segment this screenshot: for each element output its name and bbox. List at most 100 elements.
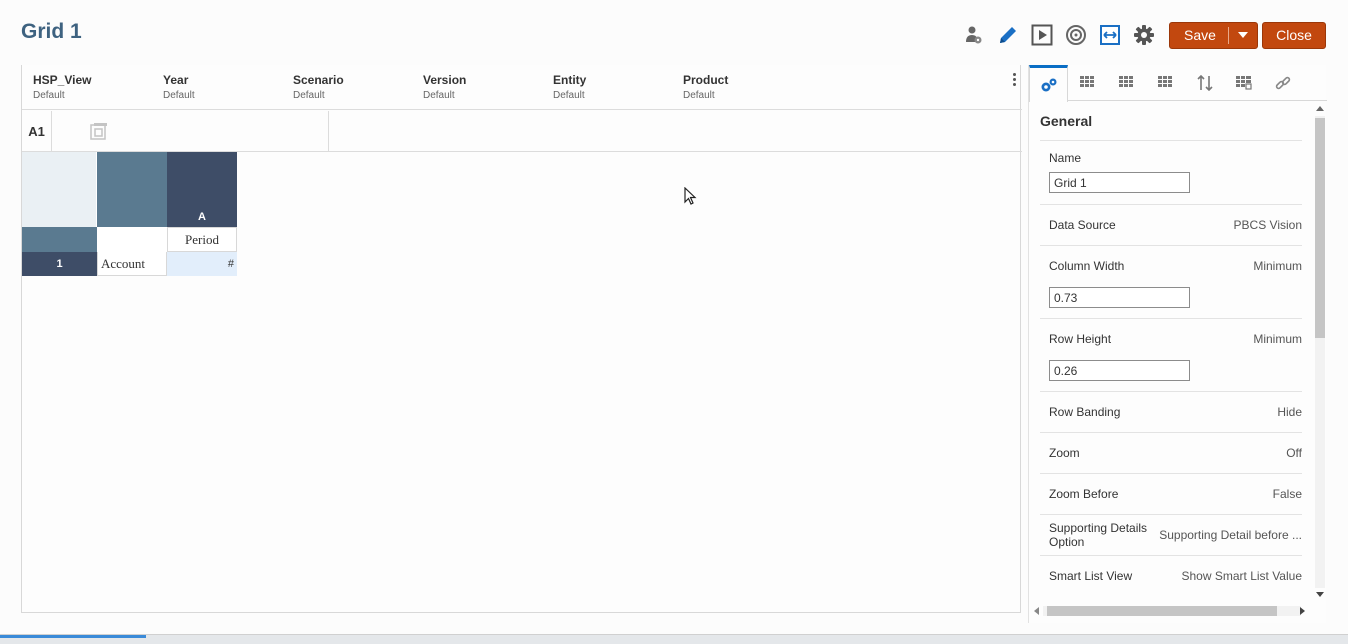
prop-label: Row Height <box>1049 332 1112 346</box>
horizontal-scroll-thumb[interactable] <box>1047 606 1277 616</box>
column-dimension-cell[interactable]: Period <box>167 227 237 252</box>
scroll-left-icon[interactable] <box>1034 607 1039 615</box>
vertical-scroll-thumb[interactable] <box>1315 118 1325 338</box>
sort-icon <box>1196 75 1213 91</box>
tab-column-properties[interactable] <box>1146 65 1185 101</box>
close-button[interactable]: Close <box>1262 21 1326 49</box>
prop-row-banding: Row Banding Hide <box>1040 391 1302 432</box>
edit-pencil-icon[interactable] <box>997 24 1019 46</box>
pov-item-year[interactable]: Year Default <box>152 65 282 109</box>
prop-value[interactable]: PBCS Vision <box>1234 218 1302 232</box>
tab-sort[interactable] <box>1185 65 1224 101</box>
panel-tabs <box>1029 65 1327 102</box>
progress-indicator <box>0 635 146 638</box>
scroll-right-icon[interactable] <box>1300 607 1305 615</box>
blank-header-cell <box>97 227 167 252</box>
mouse-cursor-icon <box>684 187 697 205</box>
tab-grid-layout[interactable] <box>1068 65 1107 101</box>
run-preview-icon[interactable] <box>1031 24 1053 46</box>
gears-icon <box>1041 78 1056 92</box>
pov-dimension-value: Default <box>33 90 65 101</box>
row-header-1[interactable]: 1 <box>22 252 97 276</box>
pov-dimension-name: Product <box>683 73 729 87</box>
pov-item-version[interactable]: Version Default <box>412 65 542 109</box>
column-dimension-header[interactable] <box>22 227 97 252</box>
more-options-icon[interactable] <box>1011 73 1017 87</box>
user-settings-icon[interactable] <box>963 24 985 46</box>
tab-row-properties[interactable] <box>1107 65 1146 101</box>
cell-formula-icon[interactable] <box>90 122 108 140</box>
column-width-field[interactable] <box>1049 287 1190 308</box>
app-window: Grid 1 Save Close HSP_View Default Year … <box>0 0 1348 644</box>
prop-value[interactable]: Minimum <box>1253 259 1302 273</box>
pov-dimension-value: Default <box>683 90 715 101</box>
row-height-field[interactable] <box>1049 360 1190 381</box>
account-label: Account <box>101 255 146 271</box>
section-title-general: General <box>1040 113 1093 129</box>
row-dimension-cell[interactable]: Account <box>97 252 167 276</box>
prop-column-width: Column Width Minimum <box>1040 245 1302 318</box>
tab-cell-properties[interactable] <box>1224 65 1263 101</box>
name-field[interactable] <box>1049 172 1190 193</box>
prop-data-source: Data Source PBCS Vision <box>1040 204 1302 245</box>
prop-value[interactable]: Off <box>1286 446 1302 460</box>
prop-zoom-before: Zoom Before False <box>1040 473 1302 514</box>
cell-reference: A1 <box>22 111 52 151</box>
column-header-label: A <box>198 211 206 223</box>
pov-item-entity[interactable]: Entity Default <box>542 65 672 109</box>
tab-general-properties[interactable] <box>1029 65 1068 102</box>
prop-value[interactable]: Hide <box>1277 405 1302 419</box>
prop-smart-list-view: Smart List View Show Smart List Value <box>1040 555 1302 596</box>
prop-label: Supporting Details Option <box>1049 521 1147 549</box>
pov-item-hsp-view[interactable]: HSP_View Default <box>22 65 152 109</box>
pov-bar: HSP_View Default Year Default Scenario D… <box>22 65 1022 110</box>
vertical-scrollbar[interactable] <box>1312 102 1327 602</box>
pov-dimension-name: HSP_View <box>33 73 92 87</box>
grid-icon <box>1079 76 1094 87</box>
pov-dimension-name: Scenario <box>293 73 344 87</box>
prop-value[interactable]: Supporting Detail before ... <box>1159 528 1302 542</box>
horizontal-scrollbar[interactable] <box>1029 603 1327 619</box>
prop-label: Row Banding <box>1049 405 1121 419</box>
prop-label: Zoom Before <box>1049 487 1119 501</box>
period-label: Period <box>185 231 219 247</box>
cell-grid-icon <box>1235 76 1252 90</box>
pov-item-scenario[interactable]: Scenario Default <box>282 65 412 109</box>
fit-width-icon[interactable] <box>1099 24 1121 46</box>
save-dropdown-icon[interactable] <box>1229 32 1257 38</box>
pov-dimension-name: Version <box>423 73 467 87</box>
save-button[interactable]: Save <box>1169 21 1258 49</box>
row-grid-icon <box>1118 76 1133 87</box>
column-header-a[interactable]: A <box>167 152 237 227</box>
scroll-down-icon[interactable] <box>1316 592 1324 597</box>
bottom-status-bar <box>0 634 1348 644</box>
prop-value[interactable]: Show Smart List Value <box>1182 569 1303 583</box>
properties-panel: General Name Data Source PBCS Vision Col… <box>1028 65 1327 623</box>
row-dimension-header[interactable] <box>97 152 167 227</box>
grid-corner-cell <box>22 152 97 227</box>
formula-input[interactable] <box>52 111 329 151</box>
tab-links[interactable] <box>1263 65 1302 101</box>
prop-label: Data Source <box>1049 218 1116 232</box>
toolbar: Save Close <box>951 21 1326 49</box>
link-icon <box>1275 76 1290 90</box>
prop-name: Name <box>1040 140 1302 204</box>
column-grid-icon <box>1157 76 1172 87</box>
prop-value[interactable]: Minimum <box>1253 332 1302 346</box>
prop-label: Smart List View <box>1049 569 1133 583</box>
scroll-up-icon[interactable] <box>1316 106 1324 111</box>
prop-label-line-1: Supporting Details <box>1049 521 1148 535</box>
data-cell-a1[interactable]: # <box>167 252 237 276</box>
pov-dimension-value: Default <box>553 90 585 101</box>
prop-value[interactable]: False <box>1273 487 1302 501</box>
prop-label: Column Width <box>1049 259 1125 273</box>
pov-item-product[interactable]: Product Default <box>672 65 802 109</box>
pov-dimension-name: Year <box>163 73 189 87</box>
target-icon[interactable] <box>1065 24 1087 46</box>
row-header-label: 1 <box>56 258 63 270</box>
prop-label-line-2: Option <box>1049 535 1085 549</box>
pov-dimension-value: Default <box>423 90 455 101</box>
save-button-label: Save <box>1184 27 1216 43</box>
gear-icon[interactable] <box>1133 24 1155 46</box>
grid-designer-area: HSP_View Default Year Default Scenario D… <box>21 65 1022 613</box>
